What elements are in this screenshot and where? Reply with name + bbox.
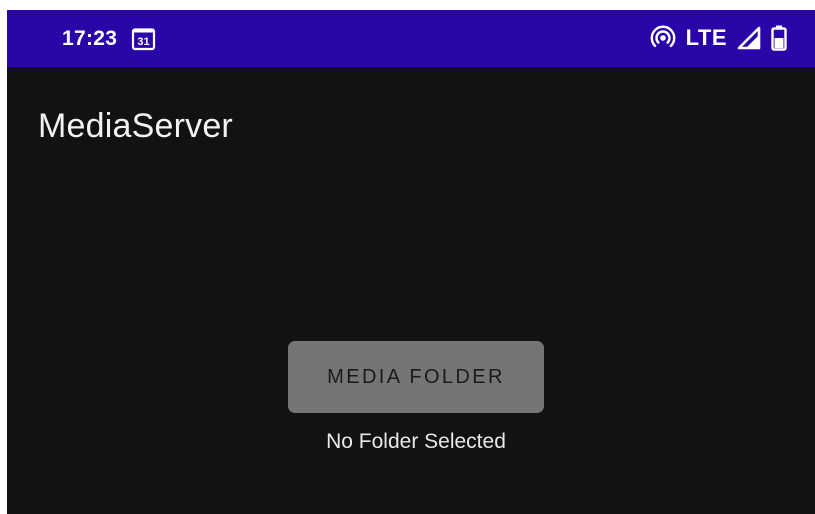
- folder-status-text: No Folder Selected: [326, 430, 506, 453]
- calendar-icon: 31: [131, 28, 156, 51]
- hotspot-icon: [650, 25, 675, 48]
- network-type: LTE: [685, 25, 727, 50]
- status-time: 17:23: [62, 27, 118, 50]
- signal-icon: [737, 26, 761, 50]
- status-bar: 17:23 31 LTE: [7, 10, 815, 67]
- app-title: MediaServer: [38, 107, 233, 145]
- app-screen: 17:23 31 LTE MediaServer MEDIA FOLDER No…: [7, 10, 815, 514]
- calendar-day: 31: [137, 36, 149, 48]
- media-folder-button[interactable]: MEDIA FOLDER: [288, 341, 544, 413]
- battery-icon: [771, 25, 787, 51]
- status-icons: LTE: [650, 24, 787, 52]
